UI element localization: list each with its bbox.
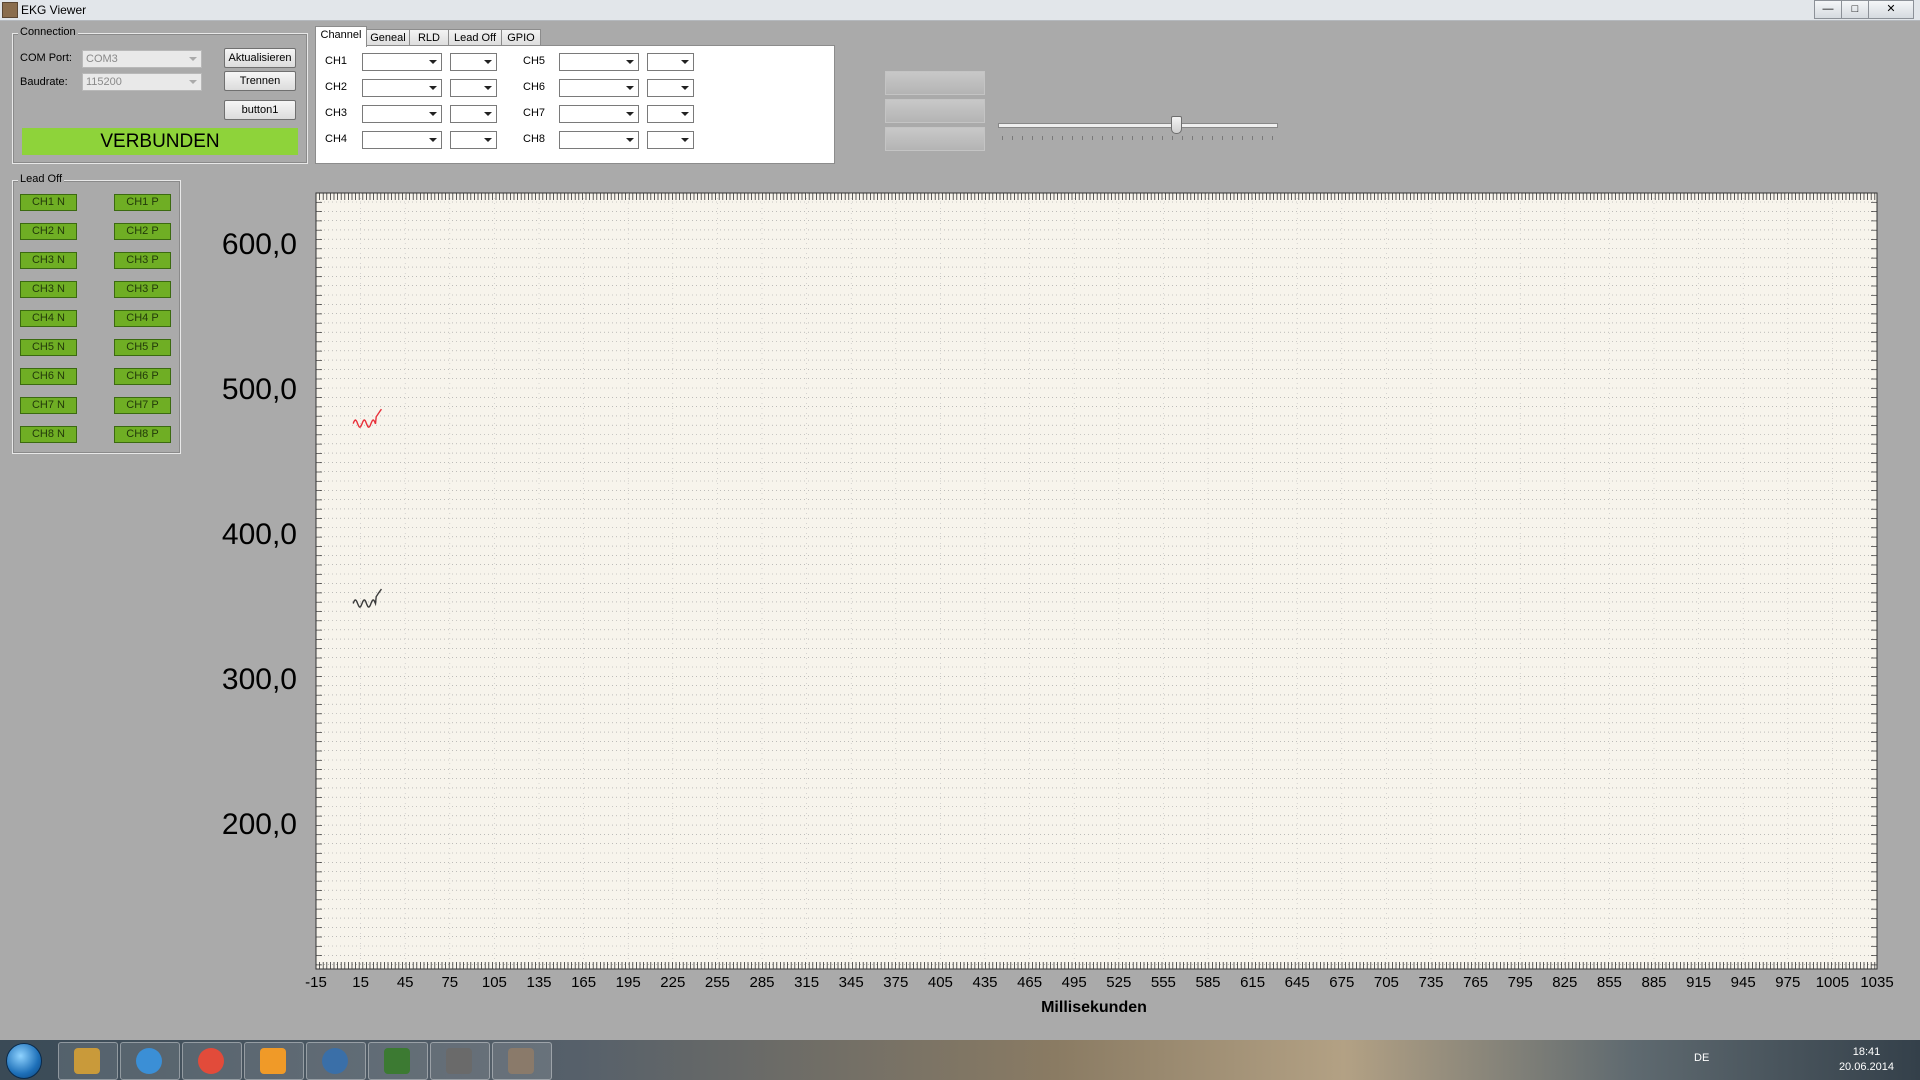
x-tick-label: 1035: [1860, 974, 1893, 991]
x-tick-label: 645: [1285, 974, 1310, 991]
x-tick-label: 495: [1062, 974, 1087, 991]
x-tick-label: 375: [883, 974, 908, 991]
x-tick-label: 315: [794, 974, 819, 991]
x-tick-label: 945: [1731, 974, 1756, 991]
x-tick-label: 885: [1641, 974, 1666, 991]
system-tray: DE 18:41 20.06.2014: [1680, 1040, 1920, 1080]
x-tick-label: 225: [660, 974, 685, 991]
x-tick-label: 705: [1374, 974, 1399, 991]
x-tick-label: 75: [441, 974, 458, 991]
x-tick-label: 615: [1240, 974, 1265, 991]
y-tick-label: 500,0: [222, 373, 297, 406]
x-tick-label: 555: [1151, 974, 1176, 991]
y-tick-label: 400,0: [222, 518, 297, 551]
x-tick-label: 915: [1686, 974, 1711, 991]
clock[interactable]: 18:41 20.06.2014: [1839, 1045, 1894, 1075]
x-tick-label: 165: [571, 974, 596, 991]
x-tick-label: 1005: [1816, 974, 1849, 991]
plot-area: [315, 192, 1878, 970]
x-tick-label: 855: [1597, 974, 1622, 991]
x-tick-label: 735: [1418, 974, 1443, 991]
clock-time: 18:41: [1852, 1046, 1881, 1058]
x-tick-label: 285: [749, 974, 774, 991]
x-tick-label: -15: [305, 974, 327, 991]
y-tick-label: 600,0: [222, 228, 297, 261]
tab-channel[interactable]: Channel: [315, 26, 367, 47]
blender-glyph: [260, 1048, 286, 1074]
x-tick-label: 585: [1195, 974, 1220, 991]
steam-icon[interactable]: [306, 1042, 366, 1080]
file-explorer-glyph: [74, 1048, 100, 1074]
x-tick-label: 795: [1508, 974, 1533, 991]
x-tick-label: 765: [1463, 974, 1488, 991]
y-tick-label: 200,0: [222, 808, 297, 841]
x-tick-label: 525: [1106, 974, 1131, 991]
visual-studio-icon[interactable]: [368, 1042, 428, 1080]
ekg-viewer-glyph: [508, 1048, 534, 1074]
x-tick-label: 135: [526, 974, 551, 991]
x-tick-label: 195: [616, 974, 641, 991]
x-tick-label: 465: [1017, 974, 1042, 991]
x-tick-label: 405: [928, 974, 953, 991]
x-tick-label: 15: [352, 974, 369, 991]
sd-card-icon[interactable]: [430, 1042, 490, 1080]
steam-glyph: [322, 1048, 348, 1074]
itunes-icon[interactable]: [120, 1042, 180, 1080]
blender-icon[interactable]: [244, 1042, 304, 1080]
chrome-glyph: [198, 1048, 224, 1074]
itunes-glyph: [136, 1048, 162, 1074]
x-tick-label: 105: [482, 974, 507, 991]
x-tick-label: 435: [972, 974, 997, 991]
ekg-viewer-icon[interactable]: [492, 1042, 552, 1080]
y-tick-label: 300,0: [222, 663, 297, 696]
x-tick-label: 975: [1775, 974, 1800, 991]
sd-card-glyph: [446, 1048, 472, 1074]
visual-studio-glyph: [384, 1048, 410, 1074]
x-tick-label: 345: [839, 974, 864, 991]
language-indicator[interactable]: DE: [1694, 1052, 1709, 1064]
x-axis-label: Millisekunden: [1041, 999, 1147, 1016]
chrome-icon[interactable]: [182, 1042, 242, 1080]
ekg-chart: 600,0 500,0 400,0 300,0 200,0 -15 15 45 75 105 135…: [222, 192, 1894, 1016]
x-tick-label: 675: [1329, 974, 1354, 991]
windows-start-icon[interactable]: [6, 1043, 42, 1079]
taskbar: DE 18:41 20.06.2014: [0, 1040, 1920, 1080]
clock-date: 20.06.2014: [1838, 1061, 1894, 1073]
file-explorer-icon[interactable]: [58, 1042, 118, 1080]
x-tick-label: 825: [1552, 974, 1577, 991]
x-tick-label: 255: [705, 974, 730, 991]
x-tick-label: 45: [397, 974, 414, 991]
